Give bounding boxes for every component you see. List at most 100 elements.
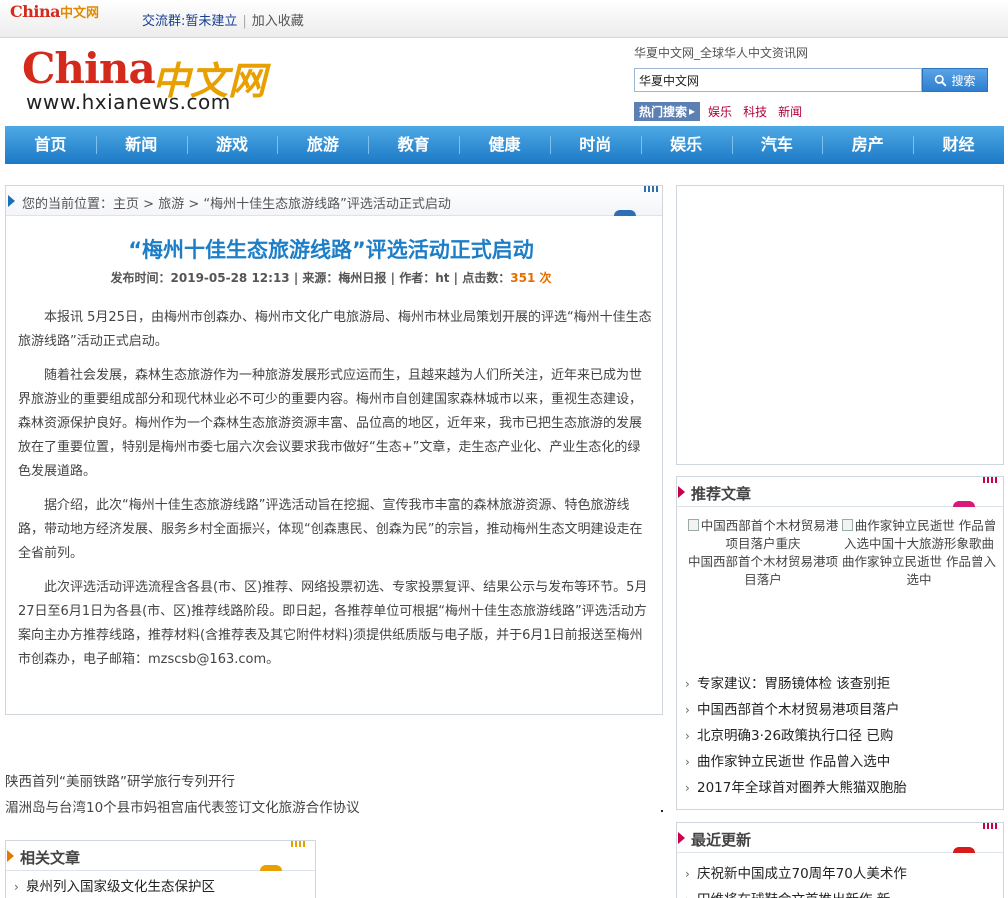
top-links: 交流群:暂未建立 | 加入收藏 [142, 10, 304, 29]
list-item[interactable]: 2017年全球首对圈养大熊猫双胞胎 [685, 775, 907, 801]
nav-item-fashion[interactable]: 时尚 [549, 126, 641, 164]
hot-item-news[interactable]: 新闻 [778, 103, 802, 120]
search-input[interactable] [634, 68, 922, 92]
nav-item-travel[interactable]: 旅游 [277, 126, 368, 164]
hot-item-tech[interactable]: 科技 [743, 103, 767, 120]
meta-author: ht [435, 271, 450, 285]
search-icon [935, 74, 947, 86]
nav-item-realestate[interactable]: 房产 [822, 126, 913, 164]
article-paragraph: 据介绍，此次“梅州十佳生态旅游线路”评选活动旨在挖掘、宣传我市丰富的森林旅游资源… [18, 498, 643, 561]
decor-bars [644, 186, 658, 192]
article-paragraph: 此次评选活动评选流程含各县(市、区)推荐、网络投票初选、专家投票复评、结果公示与… [18, 580, 648, 667]
related-link[interactable]: 湄洲岛与台湾10个县市妈祖宫庙代表签订文化旅游合作协议 [5, 795, 360, 821]
breadcrumb-current: “梅州十佳生态旅游线路”评选活动正式启动 [203, 197, 451, 212]
recommended-list: 专家建议：胃肠镜体检 该查别拒 中国西部首个木材贸易港项目落户 北京明确3·26… [685, 671, 907, 801]
recommended-title: 推荐文章 [691, 485, 752, 503]
list-item[interactable]: 专家建议：胃肠镜体检 该查别拒 [685, 671, 907, 697]
list-item[interactable]: 曲作家钟立民逝世 作品曾入选中 [685, 749, 907, 775]
nav-item-finance[interactable]: 财经 [913, 126, 1004, 164]
nav-item-education[interactable]: 教育 [368, 126, 459, 164]
latest-title: 最近更新 [691, 831, 752, 849]
related-panel: 相关文章 泉州列入国家级文化生态保护区 [5, 840, 316, 898]
broken-image: 曲作家钟立民逝世 作品曾入选中国十大旅游形象歌曲 [841, 517, 997, 553]
breadcrumb-sep: > [139, 197, 159, 212]
triangle-right-icon [678, 486, 685, 498]
recommended-panel: 推荐文章 中国西部首个木材贸易港项目落户重庆 中国西部首个木材贸易港项目落户 曲… [676, 476, 1004, 810]
pic-caption: 中国西部首个木材贸易港项目落户 [687, 554, 838, 587]
image-alt-text: 曲作家钟立民逝世 作品曾入选中国十大旅游形象歌曲 [843, 518, 997, 551]
search-button[interactable]: 搜索 [922, 68, 988, 92]
meta-hits: 351 次 [510, 271, 552, 285]
related-link[interactable]: 陕西首列“美丽铁路”研学旅行专列开行 [5, 769, 360, 795]
meta-source-label: 来源： [302, 271, 339, 285]
triangle-right-icon [678, 832, 685, 844]
mini-logo-en: China [10, 2, 60, 21]
top-bar: China中文网 交流群:暂未建立 | 加入收藏 [0, 0, 1008, 38]
broken-image-icon [841, 519, 853, 531]
breadcrumb-text: 您的当前位置：主页 > 旅游 > “梅州十佳生态旅游线路”评选活动正式启动 [22, 193, 451, 212]
hot-search-label-text: 热门搜索 [639, 104, 688, 119]
add-favorite-link[interactable]: 加入收藏 [252, 14, 304, 29]
ad-placeholder [676, 185, 1004, 465]
decor-bars [983, 823, 997, 829]
meta-time: 2019-05-28 12:13 [170, 271, 290, 285]
breadcrumb-sep: > [184, 197, 204, 212]
related-links: 陕西首列“美丽铁路”研学旅行专列开行 湄洲岛与台湾10个县市妈祖宫庙代表签订文化… [5, 769, 360, 821]
list-item[interactable]: 泉州列入国家级文化生态保护区 [14, 875, 215, 898]
article-meta: 发布时间：2019-05-28 12:13 | 来源：梅州日报 | 作者：ht … [110, 271, 552, 285]
breadcrumb-section[interactable]: 旅游 [158, 197, 184, 212]
article-paragraph: 本报讯 5月25日，由梅州市创森办、梅州市文化广电旅游局、梅州市林业局策划开展的… [18, 310, 652, 349]
decor-tab [953, 501, 975, 507]
meta-time-label: 发布时间： [110, 271, 171, 285]
breadcrumb-home[interactable]: 主页 [113, 197, 139, 212]
latest-header: 最近更新 [677, 823, 1003, 853]
nav-item-games[interactable]: 游戏 [186, 126, 278, 164]
group-label: 交流群: [142, 14, 186, 29]
main-nav: 首页 新闻 游戏 旅游 教育 健康 时尚 娱乐 汽车 房产 财经 [5, 126, 1004, 164]
decor-tab [953, 847, 975, 853]
hot-item-entertainment[interactable]: 娱乐 [708, 103, 732, 120]
related-header: 相关文章 [6, 841, 315, 871]
latest-panel: 最近更新 庆祝新中国成立70周年70人美术作 田维将在球鞋会文首推出新作 新 [676, 822, 1004, 898]
meta-source: 梅州日报 [338, 271, 387, 285]
triangle-right-icon: ▸ [689, 104, 696, 118]
logo-en: China [22, 44, 156, 93]
decor-tab [614, 210, 636, 216]
nav-item-entertainment[interactable]: 娱乐 [640, 126, 732, 164]
related-title: 相关文章 [20, 849, 81, 867]
list-item[interactable]: 中国西部首个木材贸易港项目落户 [685, 697, 907, 723]
site-slogan: 华夏中文网_全球华人中文资讯网 [634, 46, 809, 60]
group-link[interactable]: 暂未建立 [185, 14, 237, 29]
breadcrumb-prefix: 您的当前位置： [22, 197, 114, 212]
related-list: 泉州列入国家级文化生态保护区 [14, 875, 215, 898]
list-item[interactable]: 田维将在球鞋会文首推出新作 新 [685, 887, 907, 898]
logo-url: www.hxianews.com [26, 90, 231, 114]
nav-item-health[interactable]: 健康 [459, 126, 550, 164]
meta-author-label: 作者： [399, 271, 436, 285]
broken-image: 中国西部首个木材贸易港项目落户重庆 [685, 517, 841, 553]
recommended-pics: 中国西部首个木材贸易港项目落户重庆 中国西部首个木材贸易港项目落户 曲作家钟立民… [685, 517, 997, 589]
list-item[interactable]: 北京明确3·26政策执行口径 已购 [685, 723, 907, 749]
decor-bars [983, 477, 997, 483]
stray-dot [661, 810, 663, 812]
article-title: “梅州十佳生态旅游线路”评选活动正式启动 [128, 238, 534, 262]
article-paragraph: 随着社会发展，森林生态旅游作为一种旅游发展形式应运而生，且越来越为人们所关注，近… [18, 368, 643, 479]
recommended-pic[interactable]: 中国西部首个木材贸易港项目落户重庆 中国西部首个木材贸易港项目落户 [685, 517, 841, 589]
article-panel: 您的当前位置：主页 > 旅游 > “梅州十佳生态旅游线路”评选活动正式启动 “梅… [5, 185, 663, 715]
hot-search-label: 热门搜索 ▸ [634, 101, 701, 121]
mini-logo[interactable]: China中文网 [10, 2, 99, 24]
recommended-header: 推荐文章 [677, 477, 1003, 507]
site-header: China 中文网 www.hxianews.com 华夏中文网_全球华人中文资… [0, 38, 1008, 126]
nav-item-news[interactable]: 新闻 [95, 126, 187, 164]
mini-logo-cn: 中文网 [59, 6, 99, 21]
list-item[interactable]: 庆祝新中国成立70周年70人美术作 [685, 861, 907, 887]
triangle-right-icon [8, 195, 15, 207]
nav-item-auto[interactable]: 汽车 [731, 126, 823, 164]
decor-tab [260, 865, 282, 871]
decor-bars [291, 841, 305, 847]
divider: | [242, 14, 247, 29]
broken-image-icon [687, 519, 699, 531]
site-logo[interactable]: China 中文网 www.hxianews.com [22, 44, 272, 114]
recommended-pic[interactable]: 曲作家钟立民逝世 作品曾入选中国十大旅游形象歌曲 曲作家钟立民逝世 作品曾入选中 [841, 517, 997, 589]
nav-item-home[interactable]: 首页 [5, 126, 96, 164]
